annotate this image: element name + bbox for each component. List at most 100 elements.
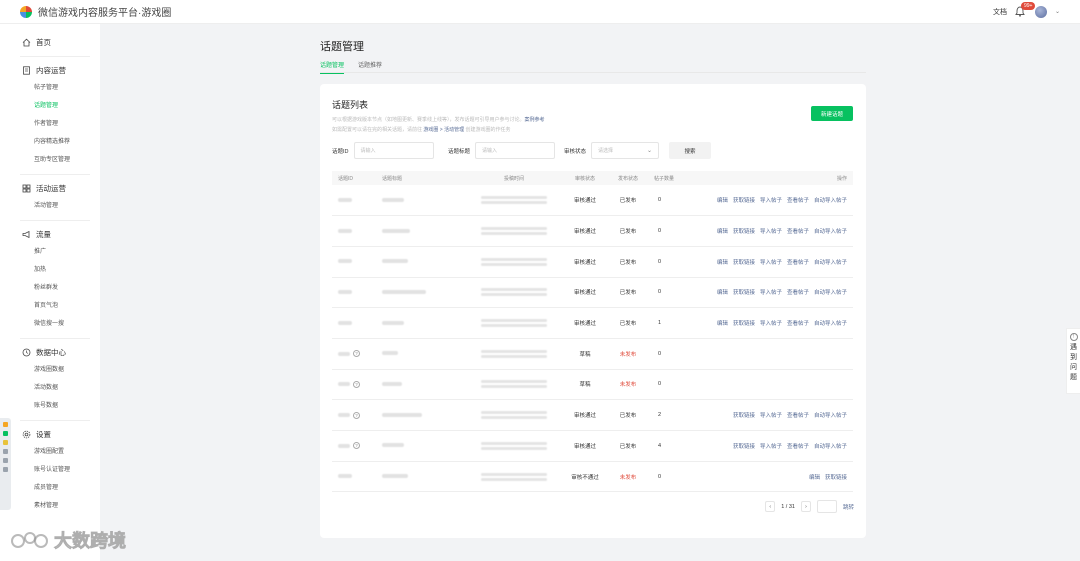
sidebar-item-authors[interactable]: 作者管理 bbox=[0, 115, 100, 133]
sidebar-item-promote[interactable]: 推广 bbox=[0, 243, 100, 261]
docs-link[interactable]: 文档 bbox=[993, 7, 1007, 17]
cell-actions bbox=[688, 338, 853, 370]
import-posts-link[interactable]: 导入帖子 bbox=[760, 198, 782, 204]
get-link[interactable]: 获取链接 bbox=[733, 290, 755, 296]
sidebar-item-featured[interactable]: 内容精选推荐 bbox=[0, 133, 100, 151]
help-floating-button[interactable]: ! 遇 到 问 题 bbox=[1066, 328, 1080, 394]
edit-link[interactable]: 编辑 bbox=[717, 260, 728, 266]
sidebar-item-account-data[interactable]: 账号数据 bbox=[0, 397, 100, 415]
sidebar-item-activity-manage[interactable]: 活动管理 bbox=[0, 197, 100, 215]
view-posts-link[interactable]: 查看帖子 bbox=[787, 444, 809, 450]
view-posts-link[interactable]: 查看帖子 bbox=[787, 321, 809, 327]
import-posts-link[interactable]: 导入帖子 bbox=[760, 321, 782, 327]
redacted-id bbox=[338, 259, 352, 264]
sidebar-section-content[interactable]: 内容运营 bbox=[0, 62, 100, 79]
get-link[interactable]: 获取链接 bbox=[733, 413, 755, 419]
review-status-select[interactable]: 请选择 ⌄ bbox=[591, 142, 660, 159]
topic-id-input[interactable]: 请输入 bbox=[353, 142, 434, 159]
sidebar-section-activity[interactable]: 活动运营 bbox=[0, 180, 100, 197]
auto-import-posts-link[interactable]: 自动导入帖子 bbox=[814, 413, 847, 419]
edit-link[interactable]: 编辑 bbox=[717, 290, 728, 296]
auto-import-posts-link[interactable]: 自动导入帖子 bbox=[814, 290, 847, 296]
sidebar-item-circle-data[interactable]: 游戏圈数据 bbox=[0, 361, 100, 379]
cell-post-count: 0 bbox=[648, 277, 688, 309]
get-link[interactable]: 获取链接 bbox=[733, 198, 755, 204]
help-question-icon[interactable]: ? bbox=[353, 411, 360, 419]
cell-post-count: 0 bbox=[648, 246, 688, 278]
toolbar-yellow-icon[interactable] bbox=[3, 440, 8, 445]
edit-link[interactable]: 编辑 bbox=[809, 475, 820, 481]
sidebar-item-home[interactable]: 首页 bbox=[0, 34, 100, 51]
auto-import-posts-link[interactable]: 自动导入帖子 bbox=[814, 229, 847, 235]
redacted-time bbox=[481, 196, 547, 200]
page-jump-input[interactable] bbox=[816, 500, 837, 513]
help-question-icon[interactable]: ? bbox=[353, 350, 360, 358]
platform-logo[interactable] bbox=[20, 5, 32, 18]
user-avatar[interactable] bbox=[1034, 5, 1047, 18]
sidebar-item-help-zone[interactable]: 互助专区管理 bbox=[0, 151, 100, 169]
sidebar-item-activity-data[interactable]: 活动数据 bbox=[0, 379, 100, 397]
redacted-time bbox=[481, 477, 547, 481]
sidebar-section-data[interactable]: 数据中心 bbox=[0, 344, 100, 361]
help-question-icon[interactable]: ? bbox=[353, 380, 360, 388]
topic-table: 话题ID 话题标题 投稿时间 审核状态 发布状态 帖子数量 操作 审核通过 已发布… bbox=[332, 171, 853, 493]
jump-button[interactable]: 跳转 bbox=[843, 503, 854, 511]
new-topic-button[interactable]: 新建话题 bbox=[811, 106, 853, 121]
sidebar-item-members[interactable]: 成员管理 bbox=[0, 479, 100, 497]
view-posts-link[interactable]: 查看帖子 bbox=[787, 413, 809, 419]
search-button[interactable]: 搜索 bbox=[669, 142, 711, 159]
edit-link[interactable]: 编辑 bbox=[717, 198, 728, 204]
auto-import-posts-link[interactable]: 自动导入帖子 bbox=[814, 198, 847, 204]
sidebar-item-home-bubble[interactable]: 首页气泡 bbox=[0, 297, 100, 315]
help-question-icon[interactable]: ? bbox=[353, 442, 360, 450]
auto-import-posts-link[interactable]: 自动导入帖子 bbox=[814, 260, 847, 266]
view-posts-link[interactable]: 查看帖子 bbox=[787, 198, 809, 204]
sidebar-item-assets[interactable]: 素材管理 bbox=[0, 497, 100, 515]
view-posts-link[interactable]: 查看帖子 bbox=[787, 290, 809, 296]
description-text: 如需配置可以请在完的相关话题，请前往 bbox=[332, 127, 423, 133]
cell-submit-time bbox=[466, 369, 562, 401]
notification-bell-icon[interactable]: 99+ bbox=[1015, 1, 1036, 18]
prev-page-button[interactable]: ‹ bbox=[765, 501, 776, 512]
sidebar-item-posts[interactable]: 帖子管理 bbox=[0, 79, 100, 97]
view-posts-link[interactable]: 查看帖子 bbox=[787, 260, 809, 266]
toolbar-orange-icon[interactable] bbox=[3, 422, 8, 427]
import-posts-link[interactable]: 导入帖子 bbox=[760, 229, 782, 235]
get-link[interactable]: 获取链接 bbox=[733, 260, 755, 266]
sidebar-section-traffic[interactable]: 流量 bbox=[0, 226, 100, 243]
import-posts-link[interactable]: 导入帖子 bbox=[760, 290, 782, 296]
view-posts-link[interactable]: 查看帖子 bbox=[787, 229, 809, 235]
import-posts-link[interactable]: 导入帖子 bbox=[760, 413, 782, 419]
toolbar-box-icon[interactable] bbox=[3, 467, 8, 472]
get-link[interactable]: 获取链接 bbox=[733, 229, 755, 235]
case-reference-link[interactable]: 案例参考 bbox=[525, 117, 545, 123]
edit-link[interactable]: 编辑 bbox=[717, 229, 728, 235]
table-row: 审核通过 已发布 0 编辑 获取链接 导入帖子 查看帖子 自动导入帖子 bbox=[332, 185, 853, 217]
sidebar-item-account-verify[interactable]: 账号认证管理 bbox=[0, 461, 100, 479]
auto-import-posts-link[interactable]: 自动导入帖子 bbox=[814, 444, 847, 450]
edit-link[interactable]: 编辑 bbox=[717, 321, 728, 327]
cell-review-status: 审核通过 bbox=[562, 277, 608, 309]
auto-import-posts-link[interactable]: 自动导入帖子 bbox=[814, 321, 847, 327]
topic-title-input[interactable]: 请输入 bbox=[475, 142, 556, 159]
chevron-down-icon[interactable]: ⌄ bbox=[1055, 8, 1060, 15]
left-floating-toolbar[interactable] bbox=[0, 418, 11, 510]
get-link[interactable]: 获取链接 bbox=[825, 475, 847, 481]
sidebar-item-circle-config[interactable]: 游戏圈配置 bbox=[0, 443, 100, 461]
sidebar-item-topics[interactable]: 话题管理 bbox=[0, 97, 100, 115]
sidebar-section-settings[interactable]: 设置 bbox=[0, 426, 100, 443]
toolbar-gray-icon[interactable] bbox=[3, 449, 8, 454]
cell-review-status: 审核通过 bbox=[562, 246, 608, 278]
cell-post-count: 0 bbox=[648, 369, 688, 401]
toolbar-green-icon[interactable] bbox=[3, 431, 8, 436]
import-posts-link[interactable]: 导入帖子 bbox=[760, 260, 782, 266]
sidebar-item-boost[interactable]: 加热 bbox=[0, 261, 100, 279]
get-link[interactable]: 获取链接 bbox=[733, 444, 755, 450]
sidebar-item-fan-broadcast[interactable]: 粉丝群发 bbox=[0, 279, 100, 297]
get-link[interactable]: 获取链接 bbox=[733, 321, 755, 327]
toolbar-mail-icon[interactable] bbox=[3, 458, 8, 463]
import-posts-link[interactable]: 导入帖子 bbox=[760, 444, 782, 450]
activity-manage-link[interactable]: 游戏圈 > 活动管理 bbox=[423, 127, 464, 133]
sidebar-item-wechat-search[interactable]: 微信搜一搜 bbox=[0, 315, 100, 333]
next-page-button[interactable]: › bbox=[800, 501, 811, 512]
